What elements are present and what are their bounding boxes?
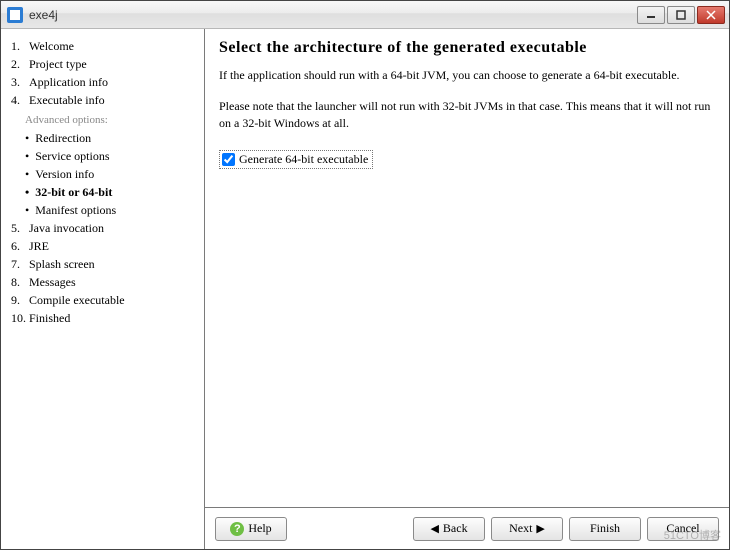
generate-64bit-label: Generate 64-bit executable bbox=[239, 152, 368, 167]
step-project-type[interactable]: 2.Project type bbox=[11, 55, 198, 73]
help-icon: ? bbox=[230, 522, 244, 536]
substep-32-or-64-bit[interactable]: 32-bit or 64-bit bbox=[25, 183, 198, 201]
arrow-right-icon: ▶ bbox=[536, 522, 544, 535]
substep-redirection[interactable]: Redirection bbox=[25, 129, 198, 147]
generate-64bit-checkbox[interactable] bbox=[222, 153, 235, 166]
step-jre[interactable]: 6.JRE bbox=[11, 237, 198, 255]
substep-version-info[interactable]: Version info bbox=[25, 165, 198, 183]
step-java-invocation[interactable]: 5.Java invocation bbox=[11, 219, 198, 237]
step-compile-executable[interactable]: 9.Compile executable bbox=[11, 291, 198, 309]
step-messages[interactable]: 8.Messages bbox=[11, 273, 198, 291]
next-button[interactable]: Next ▶ bbox=[491, 517, 563, 541]
intro-paragraph-2: Please note that the launcher will not r… bbox=[219, 98, 713, 132]
step-finished[interactable]: 10.Finished bbox=[11, 309, 198, 327]
intro-paragraph-1: If the application should run with a 64-… bbox=[219, 67, 713, 84]
maximize-button[interactable] bbox=[667, 6, 695, 24]
titlebar: exe4j bbox=[1, 1, 729, 29]
finish-button[interactable]: Finish bbox=[569, 517, 641, 541]
minimize-icon bbox=[646, 10, 656, 20]
close-icon bbox=[706, 10, 716, 20]
app-icon bbox=[7, 7, 23, 23]
step-executable-info[interactable]: 4.Executable info bbox=[11, 91, 198, 109]
arrow-left-icon: ◀ bbox=[430, 522, 438, 535]
step-welcome[interactable]: 1.Welcome bbox=[11, 37, 198, 55]
window-controls bbox=[637, 6, 725, 24]
step-list: 1.Welcome 2.Project type 3.Application i… bbox=[11, 37, 198, 327]
close-button[interactable] bbox=[697, 6, 725, 24]
window-title: exe4j bbox=[29, 8, 637, 22]
maximize-icon bbox=[676, 10, 686, 20]
back-button[interactable]: ◀ Back bbox=[413, 517, 485, 541]
step-splash-screen[interactable]: 7.Splash screen bbox=[11, 255, 198, 273]
step-application-info[interactable]: 3.Application info bbox=[11, 73, 198, 91]
page-title: Select the architecture of the generated… bbox=[219, 39, 713, 57]
generate-64bit-row[interactable]: Generate 64-bit executable bbox=[219, 150, 373, 169]
minimize-button[interactable] bbox=[637, 6, 665, 24]
advanced-options-header: Advanced options: bbox=[25, 111, 198, 129]
main-panel: Select the architecture of the generated… bbox=[205, 29, 729, 549]
cancel-button[interactable]: Cancel bbox=[647, 517, 719, 541]
help-button[interactable]: ? Help bbox=[215, 517, 287, 541]
substep-service-options[interactable]: Service options bbox=[25, 147, 198, 165]
button-bar: ? Help ◀ Back Next ▶ Finish Cancel bbox=[205, 507, 729, 549]
substep-manifest-options[interactable]: Manifest options bbox=[25, 201, 198, 219]
sidebar: exe4j 1.Welcome 2.Project type 3.Applica… bbox=[1, 29, 205, 549]
